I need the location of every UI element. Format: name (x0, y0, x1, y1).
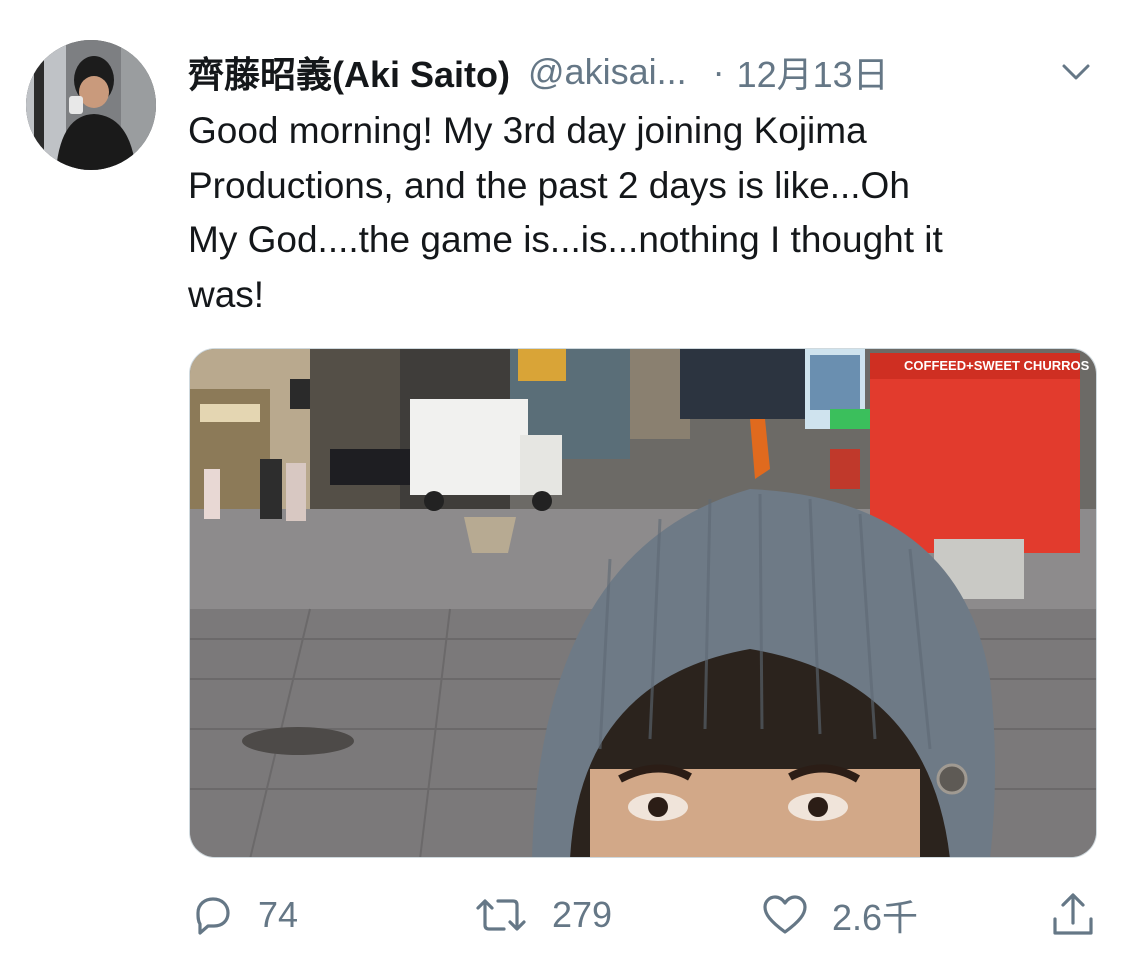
share-icon (1053, 893, 1093, 935)
tweet-text-line: My God....the game is...is...nothing I t… (188, 219, 943, 260)
heart-icon (763, 895, 807, 934)
reply-icon (196, 897, 230, 935)
user-handle[interactable]: @akisai... (528, 51, 687, 93)
display-name[interactable]: 齊藤昭義(Aki Saito) (188, 46, 510, 98)
tweet-text-line: Productions, and the past 2 days is like… (188, 164, 910, 206)
retweet-button[interactable]: 279 (472, 880, 612, 950)
reply-button[interactable]: 74 (188, 880, 298, 950)
share-button[interactable] (1050, 880, 1096, 950)
cart-sign: COFFEED+SWEET CHURROS (904, 358, 1090, 373)
retweet-count: 279 (552, 894, 613, 935)
tweet-photo[interactable]: COFFEED+SWEET CHURROS (189, 348, 1097, 858)
reply-count: 74 (258, 894, 299, 935)
retweet-icon (476, 899, 526, 931)
separator-dot: · (712, 51, 725, 92)
avatar[interactable] (26, 40, 156, 170)
tweet-text-line: was! (188, 273, 265, 315)
tweet-actions: 74 279 2.6千 (0, 880, 1125, 950)
selfie-times-square-image: COFFEED+SWEET CHURROS (190, 349, 1096, 857)
tweet-text-line: Good morning! My 3rd day joining Kojima (188, 110, 867, 151)
tweet-header: 齊藤昭義(Aki Saito) @akisai... · 12月13日 (188, 44, 1098, 100)
avatar-photo (26, 40, 156, 170)
tweet-text: Good morning! My 3rd day joining Kojima … (188, 104, 1098, 322)
like-count: 2.6千 (832, 897, 919, 938)
like-button[interactable]: 2.6千 (760, 880, 918, 950)
tweet-timestamp[interactable]: 12月13日 (737, 46, 889, 98)
chevron-down-icon[interactable] (1056, 52, 1096, 92)
